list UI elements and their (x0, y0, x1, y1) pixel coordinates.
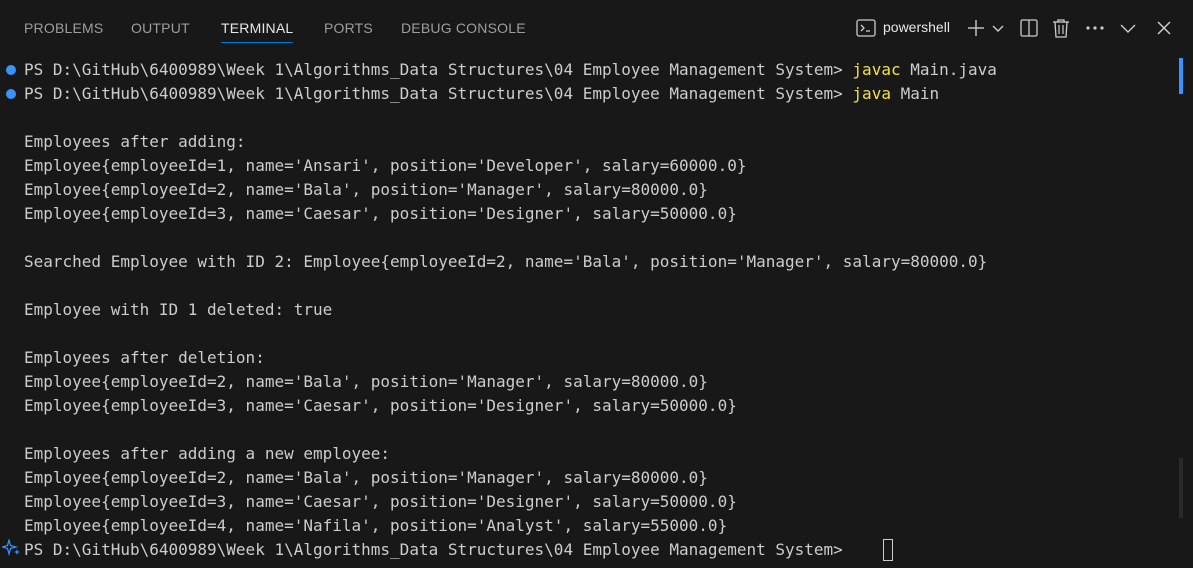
tab-problems[interactable]: PROBLEMS (24, 20, 103, 36)
command-keyword: java (852, 84, 891, 103)
prompt: PS D:\GitHub\6400989\Week 1\Algorithms_D… (24, 60, 853, 79)
tab-output[interactable]: OUTPUT (131, 20, 190, 36)
prompt: PS D:\GitHub\6400989\Week 1\Algorithms_D… (24, 540, 853, 559)
close-icon[interactable] (1157, 21, 1171, 35)
more-actions-icon[interactable] (1085, 25, 1105, 31)
tab-ports[interactable]: PORTS (324, 20, 373, 36)
command-decoration-dot[interactable] (6, 65, 16, 75)
output-line: Searched Employee with ID 2: Employee{em… (24, 252, 988, 271)
command-args: Main.java (900, 60, 997, 79)
shell-label: powershell (883, 19, 950, 35)
tab-debug-console[interactable]: DEBUG CONSOLE (401, 20, 526, 36)
output-line: Employees after adding: (24, 132, 246, 151)
command-decoration-dot[interactable] (6, 89, 16, 99)
output-line: Employees after deletion: (24, 348, 265, 367)
output-line: Employee{employeeId=3, name='Caesar', po… (24, 204, 737, 223)
chevron-down-icon[interactable] (992, 23, 1004, 35)
output-line: Employee{employeeId=2, name='Bala', posi… (24, 372, 708, 391)
active-tab-indicator (221, 42, 293, 43)
output-line: Employees after adding a new employee: (24, 444, 391, 463)
add-icon[interactable] (966, 18, 986, 38)
command-keyword: javac (852, 60, 901, 79)
command-line: PS D:\GitHub\6400989\Week 1\Algorithms_D… (24, 58, 997, 82)
scrollbar-marker (1179, 58, 1183, 94)
maximize-panel-chevron-icon[interactable] (1120, 22, 1136, 34)
trash-icon[interactable] (1052, 18, 1070, 38)
prompt: PS D:\GitHub\6400989\Week 1\Algorithms_D… (24, 84, 853, 103)
shell-selector[interactable]: powershell (856, 16, 956, 40)
command-args: Main (890, 84, 940, 103)
panel-tab-bar: PROBLEMS OUTPUT TERMINAL PORTS DEBUG CON… (0, 4, 1193, 52)
output-line: Employee{employeeId=3, name='Caesar', po… (24, 396, 737, 415)
terminal-cursor (883, 539, 893, 561)
output-line: Employee{employeeId=1, name='Ansari', po… (24, 156, 747, 175)
output-line: Employee{employeeId=3, name='Caesar', po… (24, 492, 737, 511)
terminal-icon (856, 19, 876, 37)
terminal-output[interactable]: PS D:\GitHub\6400989\Week 1\Algorithms_D… (0, 58, 1175, 568)
tab-terminal[interactable]: TERMINAL (221, 20, 293, 36)
split-terminal-icon[interactable] (1020, 19, 1038, 37)
output-line: Employee with ID 1 deleted: true (24, 300, 333, 319)
scrollbar-thumb[interactable] (1179, 458, 1183, 518)
output-line: Employee{employeeId=2, name='Bala', posi… (24, 180, 708, 199)
command-line: PS D:\GitHub\6400989\Week 1\Algorithms_D… (24, 82, 939, 106)
sparkle-icon[interactable] (2, 539, 22, 557)
terminal-scrollbar[interactable] (1176, 58, 1188, 568)
output-line: Employee{employeeId=2, name='Bala', posi… (24, 468, 708, 487)
final-prompt-line: PS D:\GitHub\6400989\Week 1\Algorithms_D… (24, 538, 852, 562)
output-line: Employee{employeeId=4, name='Nafila', po… (24, 516, 728, 535)
